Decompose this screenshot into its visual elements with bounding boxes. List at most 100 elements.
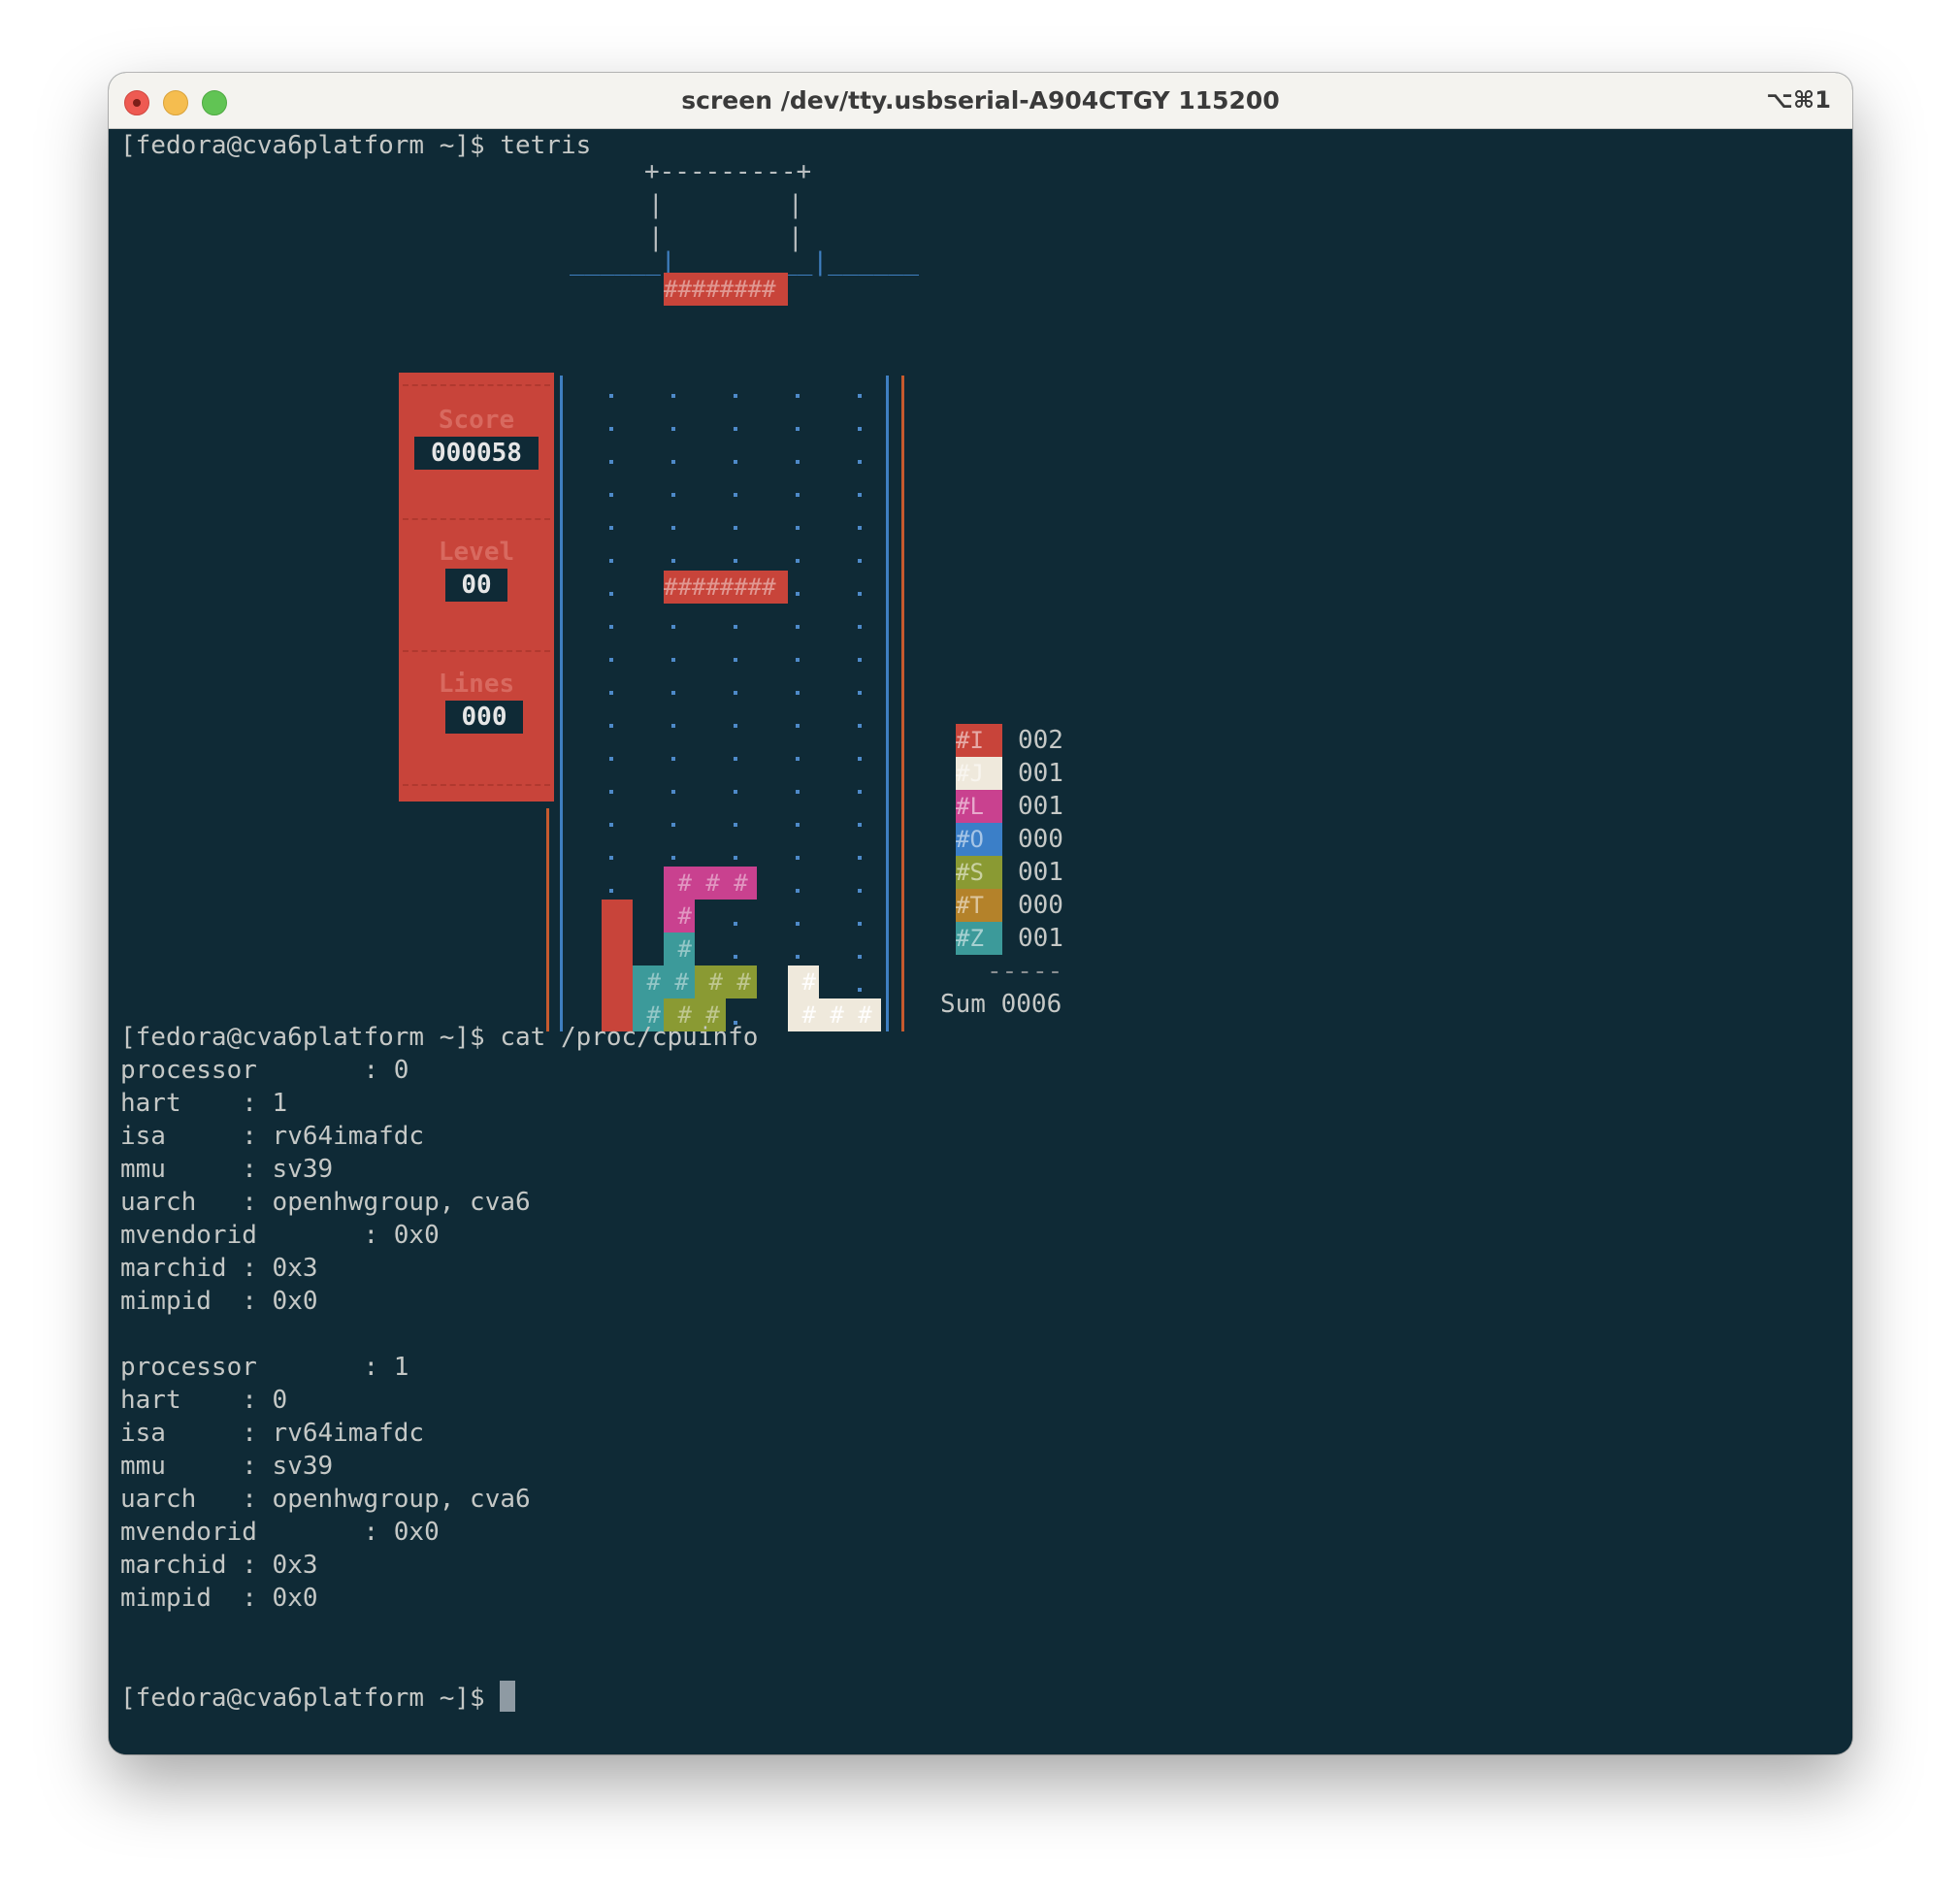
grid-dot: [858, 493, 862, 497]
grid-dot: [609, 493, 613, 497]
grid-dot: [796, 625, 800, 629]
cpuinfo-line: marchid : 0x3: [120, 1254, 318, 1283]
grid-dot: [734, 955, 737, 959]
cpuinfo-line: hart : 1: [120, 1089, 288, 1118]
grid-dot: [796, 922, 800, 926]
grid-dot: [609, 625, 613, 629]
grid-dot: [609, 658, 613, 662]
grid-dot: [671, 757, 675, 761]
level-value: 00: [445, 569, 507, 602]
grid-dot: [858, 394, 862, 398]
grid-dot: [671, 658, 675, 662]
grid-dot: [734, 526, 737, 530]
grid-dot: [858, 526, 862, 530]
terminal-content[interactable]: [fedora@cva6platform ~]$ tetris +-------…: [109, 129, 1852, 1754]
final-prompt: [fedora@cva6platform ~]$: [120, 1684, 501, 1713]
stack-block-s-top: # #: [695, 965, 757, 998]
grid-dot: [609, 823, 613, 827]
stats-sum: Sum 0006: [940, 990, 1062, 1019]
grid-dot: [796, 889, 800, 893]
stack-block-z-mid: # #: [633, 965, 695, 998]
stat-row: #L 001: [956, 790, 1063, 823]
stat-piece-count: 001: [1018, 924, 1063, 953]
stat-piece-swatch: #S: [956, 856, 1002, 889]
grid-dot: [796, 856, 800, 860]
grid-dot: [734, 724, 737, 728]
grid-dot: [796, 757, 800, 761]
stat-piece-count: 002: [1018, 726, 1063, 755]
next-piece: ########: [664, 273, 788, 306]
grid-dot: [796, 493, 800, 497]
grid-dot: [671, 394, 675, 398]
cpuinfo-line: mmu : sv39: [120, 1155, 334, 1184]
command-line-final[interactable]: [fedora@cva6platform ~]$: [120, 1681, 516, 1714]
command-line-cpuinfo: [fedora@cva6platform ~]$ cat /proc/cpuin…: [120, 1023, 759, 1052]
cpuinfo-line: mvendorid : 0x0: [120, 1518, 440, 1547]
grid-dot: [734, 493, 737, 497]
grid-dot: [671, 493, 675, 497]
grid-dot: [734, 790, 737, 794]
playfield-right-wall: [886, 376, 889, 1031]
cpuinfo-line: hart : 0: [120, 1386, 288, 1415]
grid-dot: [734, 757, 737, 761]
grid-dot: [796, 955, 800, 959]
preview-box-top: +---------+: [644, 157, 812, 186]
grid-dot: [796, 823, 800, 827]
stat-piece-swatch: #Z: [956, 922, 1002, 955]
text-cursor: [500, 1681, 516, 1712]
grid-dot: [609, 691, 613, 695]
grid-dot: [671, 559, 675, 563]
preview-box-right: |: [788, 190, 803, 219]
grid-dot: [796, 691, 800, 695]
cpuinfo-line: processor : 0: [120, 1056, 409, 1085]
preview-box-left: |: [648, 190, 664, 219]
grid-dot: [858, 559, 862, 563]
playfield-left-wall: [560, 376, 563, 1031]
cpuinfo-line: marchid : 0x3: [120, 1551, 318, 1580]
terminal-window: screen /dev/tty.usbserial-A904CTGY 11520…: [109, 73, 1852, 1754]
stack-block-z-top: #: [664, 933, 695, 965]
cpuinfo-line: mvendorid : 0x0: [120, 1221, 440, 1250]
grid-dot: [609, 757, 613, 761]
grid-dot: [609, 460, 613, 464]
stack-block-i: [602, 900, 633, 1031]
grid-dot: [734, 559, 737, 563]
grid-dot: [796, 394, 800, 398]
grid-dot: [858, 856, 862, 860]
grid-dot: [796, 658, 800, 662]
grid-dot: [609, 889, 613, 893]
grid-dot: [609, 559, 613, 563]
grid-dot: [671, 790, 675, 794]
grid-dot: [609, 394, 613, 398]
grid-dot: [858, 988, 862, 992]
stat-piece-swatch: #O: [956, 823, 1002, 856]
stat-piece-count: 001: [1018, 792, 1063, 821]
grid-dot: [671, 427, 675, 431]
cpuinfo-line: uarch : openhwgroup, cva6: [120, 1485, 531, 1514]
grid-dot: [858, 955, 862, 959]
stat-piece-swatch: #I: [956, 724, 1002, 757]
score-panel: Score 000058 Level 00 Lines 000: [399, 373, 554, 802]
stat-piece-swatch: #T: [956, 889, 1002, 922]
grid-dot: [734, 658, 737, 662]
cpuinfo-line: processor : 1: [120, 1353, 409, 1382]
grid-dot: [796, 592, 800, 596]
grid-dot: [734, 625, 737, 629]
grid-dot: [734, 922, 737, 926]
score-label: Score: [438, 406, 515, 435]
grid-dot: [609, 592, 613, 596]
stat-row: #T 000: [956, 889, 1063, 922]
grid-dot: [796, 526, 800, 530]
stat-piece-swatch: #L: [956, 790, 1002, 823]
grid-dot: [858, 592, 862, 596]
grid-dot: [858, 460, 862, 464]
stat-piece-count: 000: [1018, 825, 1063, 854]
grid-dot: [858, 790, 862, 794]
grid-dot: [734, 856, 737, 860]
grid-dot: [796, 724, 800, 728]
playfield-left-outer-wall: [546, 808, 549, 1031]
grid-dot: [796, 427, 800, 431]
cpuinfo-line: isa : rv64imafdc: [120, 1419, 425, 1448]
cpuinfo-line: mimpid : 0x0: [120, 1287, 318, 1316]
grid-dot: [734, 691, 737, 695]
